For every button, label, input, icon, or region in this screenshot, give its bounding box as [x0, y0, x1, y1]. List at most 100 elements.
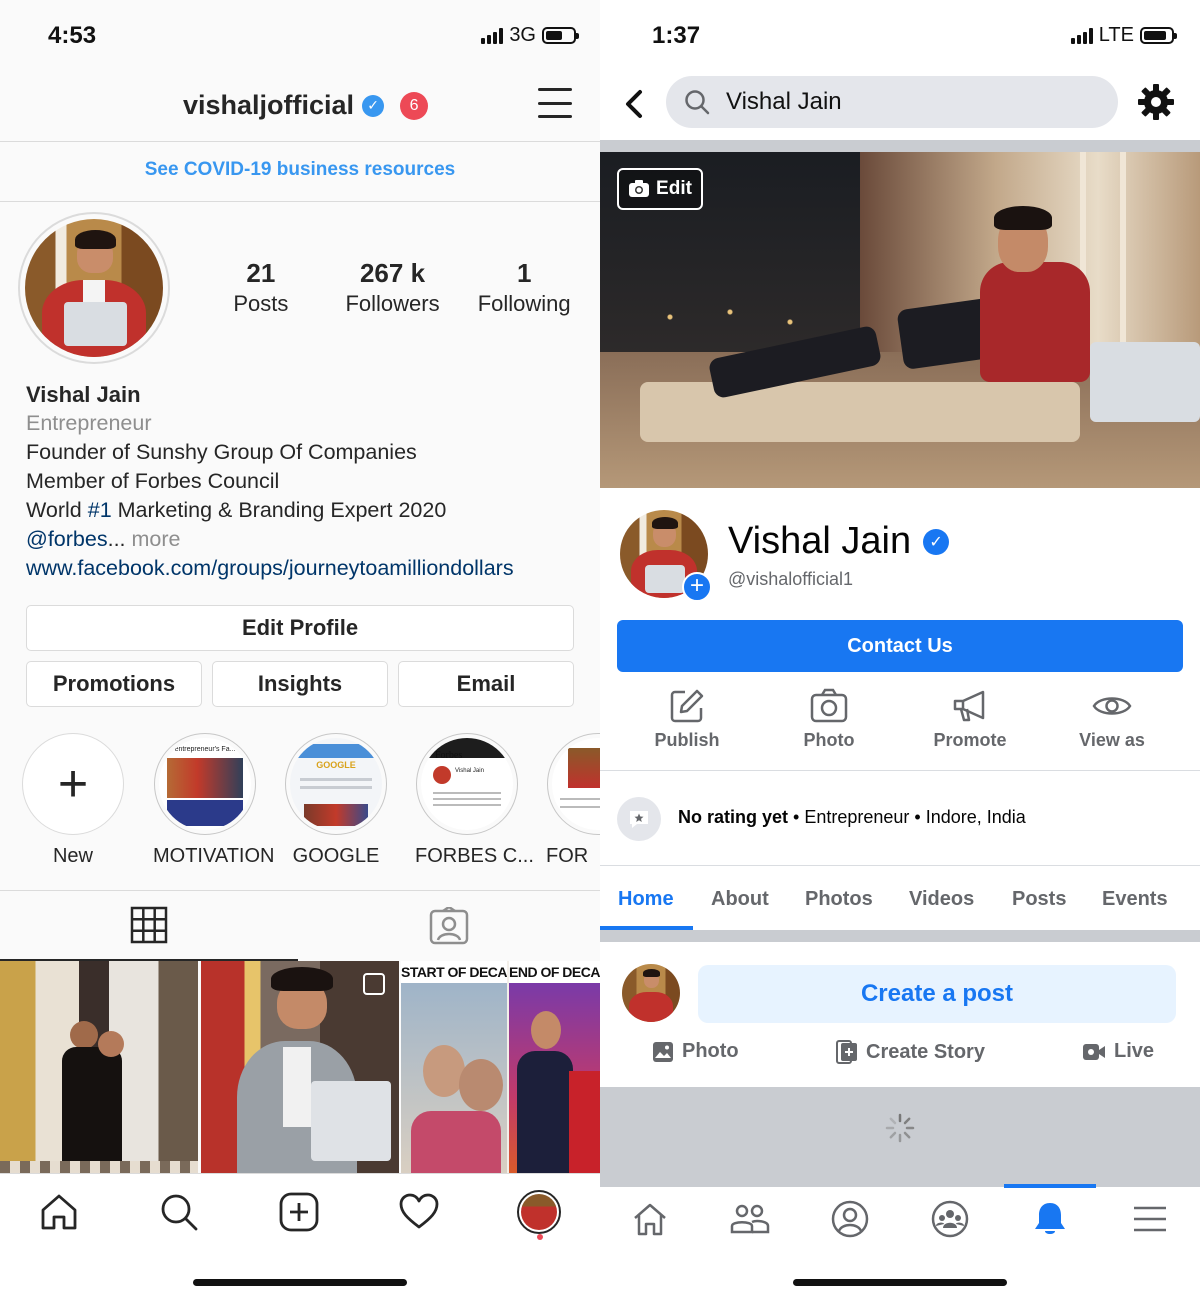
- status-bar: 1:37 LTE: [600, 0, 1200, 70]
- nav-activity[interactable]: [389, 1188, 449, 1236]
- nav-new-post[interactable]: [269, 1188, 329, 1236]
- contact-us-button[interactable]: Contact Us: [617, 620, 1183, 672]
- highlight-forbes[interactable]: Forbes Vishal Jain FORBES C...: [415, 733, 534, 868]
- search-query: Vishal Jain: [726, 88, 842, 115]
- publish-action[interactable]: Publish: [617, 688, 757, 751]
- nav-menu[interactable]: [1120, 1195, 1180, 1243]
- highlight-label: New: [52, 845, 93, 867]
- highlight-new[interactable]: + New: [21, 733, 125, 868]
- composer-avatar[interactable]: [622, 964, 680, 1022]
- composer-story[interactable]: Create Story: [836, 1040, 985, 1064]
- back-button[interactable]: [620, 84, 650, 124]
- edit-label: Edit: [656, 178, 692, 199]
- promotions-button[interactable]: Promotions: [26, 661, 202, 707]
- ig-header: vishaljofficial ✓ 6: [0, 70, 600, 142]
- settings-button[interactable]: [1136, 82, 1176, 122]
- stat-following[interactable]: 1 Following: [458, 258, 590, 317]
- posts-grid: START OF DECADE END OF DECADE: [0, 961, 600, 1173]
- create-post-button[interactable]: Create a post: [698, 965, 1176, 1023]
- post-thumbnail[interactable]: START OF DECADE END OF DECADE: [401, 961, 600, 1173]
- home-icon: [634, 1203, 666, 1236]
- tab-photos[interactable]: Photos: [805, 888, 873, 911]
- cover-photo[interactable]: Edit: [600, 152, 1200, 488]
- highlight-thumbnail: [552, 738, 600, 830]
- highlight-label: FOR: [546, 845, 589, 867]
- home-icon: [41, 1194, 77, 1230]
- live-video-icon: [1083, 1043, 1105, 1060]
- eye-icon: [1092, 697, 1132, 715]
- username: vishaljofficial: [183, 90, 355, 120]
- status-time: 4:53: [48, 22, 97, 49]
- nav-search[interactable]: [149, 1188, 209, 1236]
- home-indicator[interactable]: [193, 1279, 407, 1286]
- nav-profile[interactable]: [820, 1195, 880, 1243]
- username-switcher[interactable]: vishaljofficial ✓ 6: [183, 90, 429, 121]
- bio-line: Founder of Sunshy Group Of Companies: [26, 440, 417, 464]
- highlight-thumbnail: GOOGLE: [290, 738, 382, 830]
- nav-groups[interactable]: [920, 1195, 980, 1243]
- edit-profile-button[interactable]: Edit Profile: [26, 605, 574, 651]
- tab-events[interactable]: Events: [1102, 888, 1168, 911]
- page-name: Vishal Jain ✓: [728, 520, 950, 563]
- profile-name: Vishal Jain: [26, 382, 141, 407]
- status-bar: 4:53 3G: [0, 0, 600, 70]
- stat-posts[interactable]: 21 Posts: [195, 258, 327, 317]
- profile-avatar[interactable]: [18, 212, 170, 364]
- status-indicators: 3G: [481, 24, 579, 47]
- page-actions: Publish Photo Promote View as: [600, 688, 1200, 768]
- tab-videos[interactable]: Videos: [909, 888, 974, 911]
- hashtag-link[interactable]: #1: [88, 498, 112, 522]
- search-field[interactable]: Vishal Jain: [666, 76, 1118, 128]
- covid-resources-link[interactable]: See COVID-19 business resources: [0, 142, 600, 202]
- rating-text: No rating yet: [678, 807, 789, 827]
- add-avatar-icon[interactable]: +: [682, 572, 712, 602]
- nav-profile[interactable]: [509, 1188, 569, 1236]
- composer-actions: Photo Create Story Live: [600, 1040, 1200, 1084]
- tagged-icon: [429, 907, 469, 945]
- tab-tagged[interactable]: [300, 891, 598, 961]
- highlight-thumb-text: entrepreneur's Fa...: [174, 746, 236, 753]
- stat-value: 267 k: [359, 258, 426, 288]
- battery-icon: [542, 27, 579, 44]
- nav-home[interactable]: [29, 1188, 89, 1236]
- home-indicator[interactable]: [793, 1279, 1007, 1286]
- mention-link[interactable]: @forbes: [26, 527, 108, 551]
- more-link[interactable]: more: [126, 527, 180, 551]
- tab-grid[interactable]: [0, 891, 298, 961]
- photo-action[interactable]: Photo: [759, 688, 899, 751]
- insights-button[interactable]: Insights: [212, 661, 388, 707]
- groups-icon: [931, 1200, 969, 1238]
- separator: •: [909, 807, 926, 827]
- nav-home[interactable]: [620, 1195, 680, 1243]
- tab-posts[interactable]: Posts: [1012, 888, 1066, 911]
- search-icon: [161, 1194, 198, 1231]
- view-as-action[interactable]: View as: [1042, 688, 1182, 751]
- tab-about[interactable]: About: [711, 888, 769, 911]
- promote-action[interactable]: Promote: [900, 688, 1040, 751]
- composer-photo[interactable]: Photo: [652, 1040, 739, 1063]
- stat-followers[interactable]: 267 k Followers: [327, 258, 459, 317]
- highlight-google[interactable]: GOOGLE GOOGLE: [284, 733, 388, 868]
- website-link[interactable]: www.facebook.com/groups/journeytoamillio…: [26, 554, 596, 583]
- photo-icon: [653, 1041, 673, 1062]
- nav-notifications[interactable]: [1020, 1195, 1080, 1243]
- tab-home[interactable]: Home: [618, 888, 674, 911]
- composer-label: Photo: [682, 1040, 739, 1062]
- page-info-row[interactable]: No rating yet • Entrepreneur • Indore, I…: [600, 770, 1200, 866]
- post-thumbnail[interactable]: [201, 961, 399, 1173]
- edit-cover-button[interactable]: Edit: [617, 168, 703, 210]
- composer-live[interactable]: Live: [1082, 1040, 1154, 1063]
- menu-icon[interactable]: [538, 88, 572, 118]
- email-button[interactable]: Email: [398, 661, 574, 707]
- highlight-label: FORBES C...: [415, 845, 534, 867]
- highlight-motivation[interactable]: entrepreneur's Fa... MOTIVATION: [153, 733, 274, 868]
- highlight-forbes-2[interactable]: FOR: [546, 733, 600, 868]
- action-label: Publish: [654, 730, 720, 750]
- signal-icon: [1070, 27, 1093, 44]
- composer-label: Live: [1114, 1040, 1155, 1062]
- notification-badge[interactable]: 6: [400, 91, 429, 120]
- post-thumbnail[interactable]: [0, 961, 198, 1173]
- nav-friends[interactable]: [720, 1195, 780, 1243]
- stat-label: Posts: [233, 291, 289, 316]
- highlight-ring: Forbes Vishal Jain: [416, 733, 518, 835]
